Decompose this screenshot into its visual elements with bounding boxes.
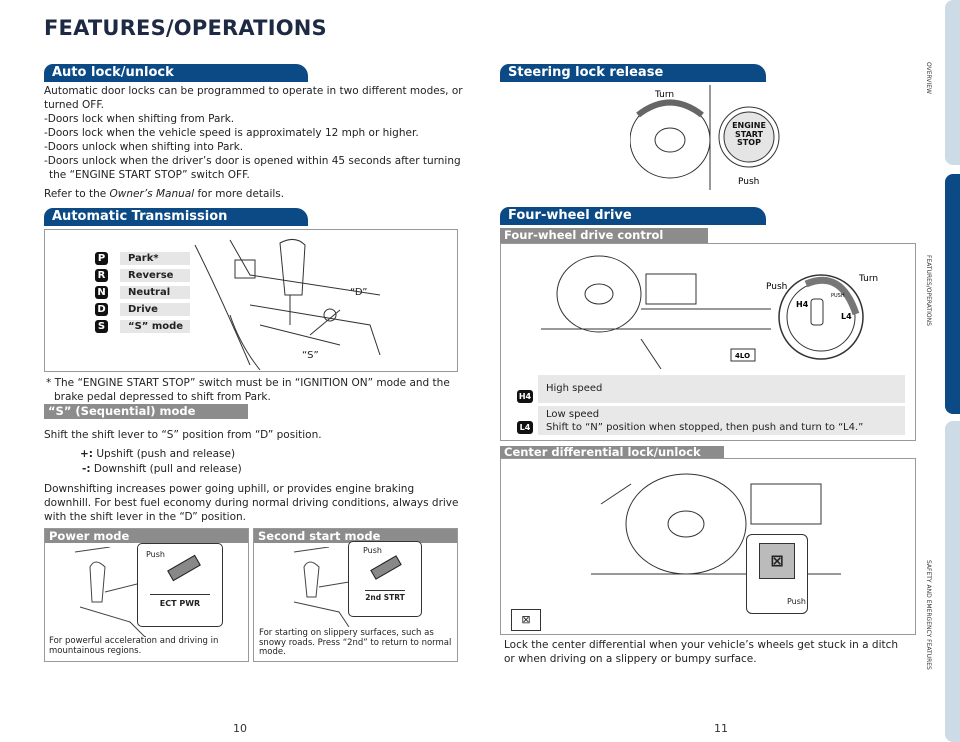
knob-l4: L4: [841, 312, 852, 321]
knob-push: PUSH: [831, 293, 845, 299]
auto-lock-item: -Doors lock when shifting from Park.: [44, 113, 235, 125]
gear-label: Reverse: [120, 269, 190, 282]
mode-row-h4: High speed: [538, 375, 905, 403]
s-mode-header: “S” (Sequential) mode: [44, 404, 248, 419]
second-start-caption: For starting on slippery surfaces, such …: [259, 628, 452, 657]
center-diff-body: Lock the center differential when your v…: [504, 639, 899, 665]
page-number-left: 10: [233, 722, 247, 735]
push-label: Push: [738, 177, 759, 187]
auto-lock-header: Auto lock/unlock: [44, 64, 308, 82]
tab-features-operations[interactable]: [945, 174, 960, 414]
gear-label: Park*: [120, 252, 190, 265]
gear-badge-icon: D: [95, 303, 108, 316]
power-mode-caption: For powerful acceleration and driving in…: [49, 636, 219, 656]
gear-label: “S” mode: [120, 320, 190, 333]
mode-title: High speed: [546, 383, 603, 394]
auto-lock-intro: Automatic door locks can be programmed t…: [44, 85, 463, 111]
gear-label: Neutral: [120, 286, 190, 299]
gear-item: R Reverse: [95, 269, 190, 282]
auto-lock-item: -Doors unlock when the driver’s door is …: [44, 155, 461, 181]
refer-post: for more details.: [194, 188, 285, 200]
tab-safety[interactable]: [945, 421, 960, 742]
gear-badge-icon: N: [95, 286, 108, 299]
gear-list: P Park* R Reverse N Neutral D Drive S “S” mod…: [95, 252, 190, 333]
owners-manual-ref: Owner’s Manual: [109, 188, 195, 200]
gear-badge-icon: P: [95, 252, 108, 265]
tab-features-label: FEATURES/OPERATIONS: [925, 255, 932, 326]
ect-pwr-button[interactable]: ECT PWR: [150, 594, 210, 608]
s-mode-intro: Shift the shift lever to “S” position fr…: [44, 429, 322, 441]
four-wd-box: H4 L4 PUSH 4LO Push Turn H4 High speed L…: [500, 243, 916, 441]
h4-badge-icon: H4: [517, 384, 533, 403]
minus-key: -:: [82, 463, 91, 475]
gear-item: N Neutral: [95, 286, 190, 299]
push-label: Push: [787, 597, 806, 606]
gear-item: D Drive: [95, 303, 190, 316]
push-label: Push: [363, 546, 382, 555]
power-mode-header: Power mode: [45, 529, 248, 543]
plus-key: +:: [80, 448, 93, 460]
l4-badge: L4: [517, 421, 533, 434]
auto-lock-item: -Doors lock when the vehicle speed is ap…: [44, 127, 419, 139]
four-wd-subheader: Four-wheel drive control switch: [500, 228, 708, 257]
4lo-button: 4LO: [735, 352, 750, 360]
diff-lock-button-icon: ⊠: [759, 543, 795, 579]
second-start-box: Second start mode Push 2nd STRT For star…: [253, 528, 458, 662]
transmission-footnote: * The “ENGINE START STOP” switch must be…: [46, 377, 450, 403]
push-label: Push: [146, 550, 165, 559]
center-diff-box: ⊠ Push ⊠: [500, 458, 916, 635]
knob-h4: H4: [796, 300, 809, 309]
power-mode-box: Power mode Push ECT PWR For powerful acc…: [44, 528, 249, 662]
push-label: Push: [766, 282, 787, 292]
h4-badge: H4: [517, 390, 533, 403]
mode-title: Low speed: [546, 409, 600, 420]
shift-lever-illustration: “D” “S”: [194, 239, 381, 370]
tab-overview-label: OVERVIEW: [925, 62, 932, 94]
turn-label: Turn: [858, 274, 878, 284]
auto-lock-text: Automatic door locks can be programmed t…: [44, 84, 464, 201]
steering-header: Steering lock release: [500, 64, 766, 82]
gear-item: P Park*: [95, 252, 190, 265]
page-title: FEATURES/OPERATIONS: [44, 16, 327, 40]
mode-desc: Shift to “N” position when stopped, then…: [546, 422, 864, 433]
refer-note: Refer to the Owner’s Manual for more det…: [44, 187, 464, 201]
page-number-right: 11: [714, 722, 728, 735]
tab-overview[interactable]: [945, 0, 960, 165]
downshift-line: -: Downshift (pull and release): [82, 462, 242, 476]
gear-item: S “S” mode: [95, 320, 190, 333]
ect-pwr-callout: Push ECT PWR: [137, 543, 223, 627]
switch-icon: [370, 555, 402, 580]
gear-badge-icon: R: [95, 269, 108, 282]
gear-badge-icon: S: [95, 320, 108, 333]
engine-start-stop-button: ENGINE START STOP: [732, 121, 766, 147]
callout-s: “S”: [302, 350, 319, 361]
turn-label: Turn: [654, 90, 674, 100]
upshift-text: Upshift (push and release): [96, 448, 236, 460]
diff-lock-callout: ⊠ Push: [746, 534, 808, 614]
callout-d: “D”: [350, 287, 368, 298]
auto-lock-item: -Doors unlock when shifting into Park.: [44, 141, 244, 153]
s-mode-body: Downshifting increases power going uphil…: [44, 483, 459, 523]
transmission-box: P Park* R Reverse N Neutral D Drive S “S” mod…: [44, 229, 458, 372]
diff-lock-indicator-icon: ⊠: [511, 609, 541, 631]
four-wd-header: Four-wheel drive: [500, 207, 766, 225]
tab-safety-label: SAFETY AND EMERGENCY FEATURES: [925, 560, 932, 670]
refer-pre: Refer to the: [44, 188, 110, 200]
transmission-header: Automatic Transmission: [44, 208, 308, 226]
mode-row-l4: Low speed Shift to “N” position when stop…: [538, 406, 905, 435]
downshift-text: Downshift (pull and release): [93, 463, 242, 475]
gear-label: Drive: [120, 303, 190, 316]
four-wd-illustration: H4 L4 PUSH 4LO Push Turn: [541, 255, 878, 369]
upshift-line: +: Upshift (push and release): [80, 447, 235, 461]
2nd-strt-callout: Push 2nd STRT: [348, 541, 422, 617]
2nd-strt-button[interactable]: 2nd STRT: [365, 590, 405, 602]
l4-badge-icon: L4: [517, 415, 533, 434]
